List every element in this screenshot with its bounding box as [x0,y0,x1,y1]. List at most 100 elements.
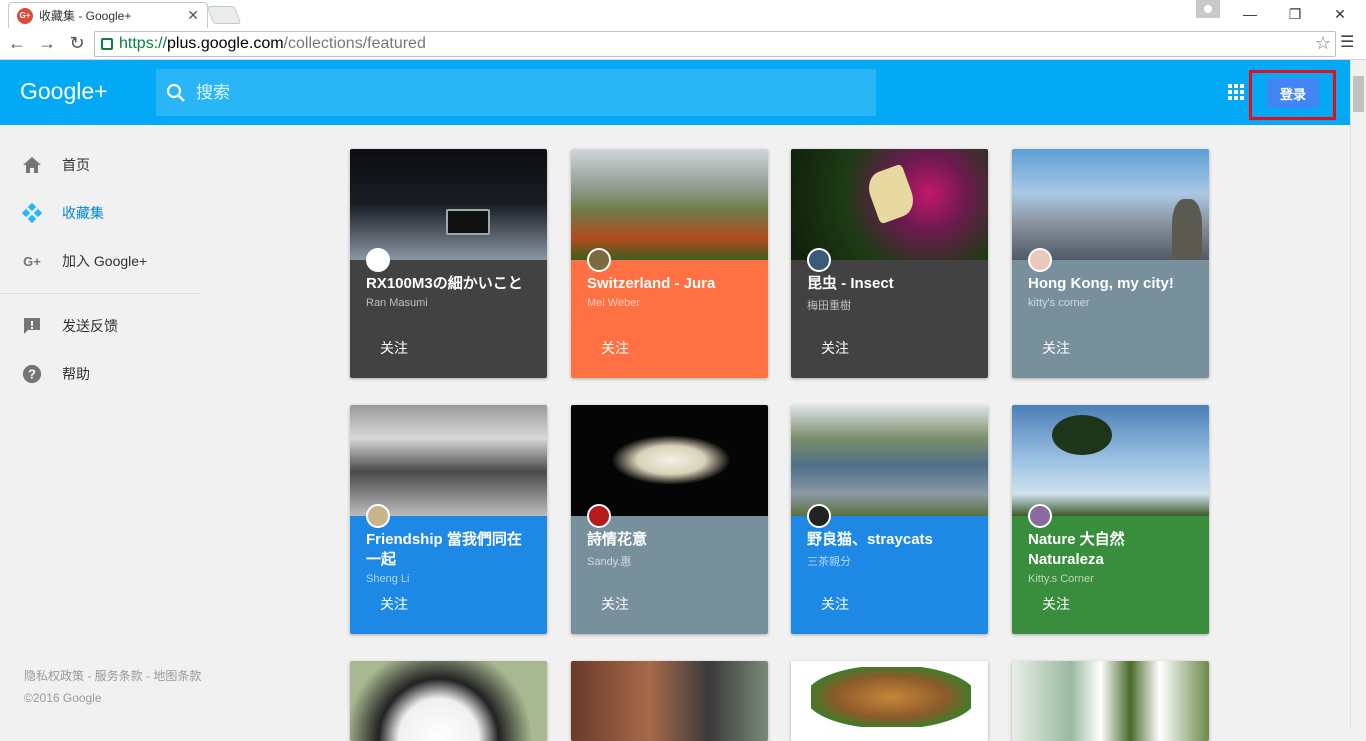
card-info: 野良猫、straycats 三茶親分 关注 [791,504,988,634]
card-title[interactable]: 昆虫 - Insect [807,274,972,294]
minimize-icon[interactable]: — [1228,0,1272,28]
profile-icon[interactable] [1196,0,1220,18]
search-icon [166,83,185,102]
sidebar-item-join[interactable]: G+ 加入 Google+ [0,237,200,285]
author-avatar[interactable] [587,504,611,528]
card-title[interactable]: Nature 大自然 Naturaleza [1028,530,1193,570]
card-author[interactable]: Sandy.惠 [587,553,752,569]
follow-button[interactable]: 关注 [380,338,408,358]
scrollbar-thumb[interactable] [1353,76,1364,112]
author-avatar[interactable] [1028,248,1052,272]
follow-button[interactable]: 关注 [1042,594,1070,614]
browser-toolbar: ← → ↻ https:// plus.google.com /collecti… [0,28,1366,60]
collection-card[interactable]: RX100M3の細かいこと Ran Masumi 关注 [350,149,547,378]
gplus-favicon-icon: G+ [17,7,33,24]
card-title[interactable]: Switzerland - Jura [587,274,752,294]
collection-card[interactable]: Nature 大自然 Naturaleza Kitty.s Corner 关注 [1012,405,1209,634]
author-avatar[interactable] [807,248,831,272]
author-avatar[interactable] [587,248,611,272]
follow-button[interactable]: 关注 [380,594,408,614]
card-title[interactable]: RX100M3の細かいこと [366,274,531,294]
card-author[interactable]: Mel Weber [587,297,752,309]
collection-card[interactable]: Hong Kong, my city! kitty's corner 关注 [1012,149,1209,378]
card-author[interactable]: 三茶親分 [807,553,972,569]
url-path: /collections/featured [283,35,426,52]
search-input[interactable] [196,82,796,103]
sidebar-item-feedback[interactable]: 发送反馈 [0,302,200,350]
collection-card[interactable]: 詩情花意 Sandy.惠 关注 [571,405,768,634]
card-cover-image [1012,661,1209,741]
card-author[interactable]: kitty's corner [1028,297,1193,309]
sidebar-item-label: 收藏集 [62,205,104,221]
apps-grid-icon[interactable] [1228,84,1244,100]
app-header: Google+ 登录 [0,60,1350,125]
sidebar-item-home[interactable]: 首页 [0,141,200,189]
card-cover-image [791,149,988,260]
footer-links[interactable]: 隐私权政策 - 服务条款 - 地图条款 [24,665,201,687]
gplus-icon: G+ [23,253,41,269]
card-title[interactable]: 詩情花意 [587,530,752,550]
card-info: RX100M3の細かいこと Ran Masumi 关注 [350,248,547,378]
card-title[interactable]: Hong Kong, my city! [1028,274,1193,294]
card-cover-image [791,661,988,741]
author-avatar[interactable] [807,504,831,528]
card-cover-image [1012,405,1209,516]
follow-button[interactable]: 关注 [601,594,629,614]
card-cover-image [1012,149,1209,260]
reload-icon[interactable]: ↻ [64,31,90,57]
sidebar-item-collections[interactable]: 收藏集 [0,189,200,237]
collection-card[interactable] [350,661,547,741]
collections-icon [22,203,42,223]
tab-close-icon[interactable]: ✕ [187,7,199,24]
follow-button[interactable]: 关注 [821,338,849,358]
browser-tab[interactable]: G+ 收藏集 - Google+ ✕ [8,2,208,28]
card-cover-image [571,661,768,741]
card-info: Nature 大自然 Naturaleza Kitty.s Corner 关注 [1012,504,1209,634]
author-avatar[interactable] [1028,504,1052,528]
card-cover-image [571,405,768,516]
close-window-icon[interactable]: ✕ [1318,0,1362,28]
bookmark-star-icon[interactable]: ☆ [1315,33,1331,54]
browser-tabstrip: G+ 收藏集 - Google+ ✕ — ❐ ✕ [0,0,1366,28]
author-avatar[interactable] [366,504,390,528]
sidebar-item-label: 帮助 [62,366,90,382]
collection-card[interactable] [791,661,988,741]
card-author[interactable]: Kitty.s Corner [1028,573,1193,585]
collection-card[interactable] [1012,661,1209,741]
card-info: 詩情花意 Sandy.惠 关注 [571,504,768,634]
back-icon[interactable]: ← [4,31,30,57]
forward-icon[interactable]: → [34,31,60,57]
collection-card[interactable]: Switzerland - Jura Mel Weber 关注 [571,149,768,378]
home-icon [22,155,42,175]
card-info: 昆虫 - Insect 梅田重樹 关注 [791,248,988,378]
new-tab-button[interactable] [206,6,242,24]
follow-button[interactable]: 关注 [1042,338,1070,358]
sidebar: 首页 收藏集 G+ 加入 Google+ 发送反馈 ? 帮助 [0,125,200,728]
card-info: Hong Kong, my city! kitty's corner 关注 [1012,248,1209,378]
help-icon: ? [22,364,42,384]
collection-card[interactable]: 昆虫 - Insect 梅田重樹 关注 [791,149,988,378]
follow-button[interactable]: 关注 [821,594,849,614]
card-cover-image [350,149,547,260]
card-title[interactable]: 野良猫、straycats [807,530,972,550]
gplus-logo[interactable]: Google+ [20,78,108,105]
collection-card[interactable]: Friendship 當我們同在一起 Sheng Li 关注 [350,405,547,634]
browser-menu-icon[interactable]: ☰ [1340,32,1354,52]
collection-card[interactable]: 野良猫、straycats 三茶親分 关注 [791,405,988,634]
restore-icon[interactable]: ❐ [1273,0,1317,28]
card-author[interactable]: Sheng Li [366,573,531,585]
follow-button[interactable]: 关注 [601,338,629,358]
card-info: Switzerland - Jura Mel Weber 关注 [571,248,768,378]
card-author[interactable]: Ran Masumi [366,297,531,309]
card-cover-image [791,405,988,516]
signin-button[interactable]: 登录 [1267,78,1319,108]
collection-card[interactable] [571,661,768,741]
author-avatar[interactable] [366,248,390,272]
sidebar-item-help[interactable]: ? 帮助 [0,350,200,398]
sidebar-item-label: 首页 [62,157,90,173]
card-author[interactable]: 梅田重樹 [807,297,972,313]
search-bar[interactable] [156,69,876,116]
address-bar[interactable]: https:// plus.google.com /collections/fe… [94,31,1336,57]
page-scrollbar[interactable] [1350,60,1366,728]
card-title[interactable]: Friendship 當我們同在一起 [366,530,531,570]
